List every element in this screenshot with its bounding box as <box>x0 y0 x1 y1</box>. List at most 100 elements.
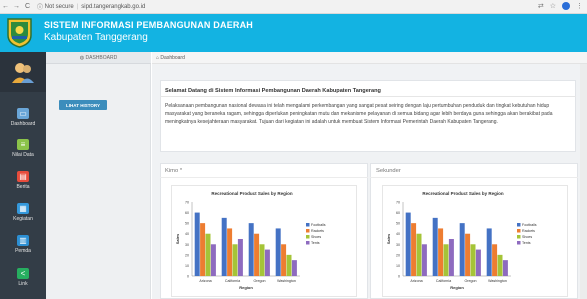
bar <box>502 260 508 276</box>
y-tick-label: 50 <box>396 222 400 226</box>
bar <box>438 228 444 276</box>
bar <box>411 223 417 276</box>
divider <box>160 177 368 178</box>
sidebar-item-label: Pemda <box>15 247 31 254</box>
sidebar-item-label: Link <box>18 280 28 287</box>
legend-swatch <box>306 241 310 245</box>
legend-swatch <box>306 223 310 227</box>
bar-chart: Recreational Product Sales by Region 0 10 2… <box>175 191 326 290</box>
bar <box>210 244 216 276</box>
bar <box>405 212 411 276</box>
sidebar-item-pemda[interactable]: ▥ Pemda <box>0 230 46 258</box>
legend-swatch <box>306 229 310 233</box>
x-axis-label: Region <box>450 285 464 290</box>
divider <box>370 177 578 178</box>
y-tick-label: 40 <box>396 232 400 236</box>
y-tick-label: 70 <box>185 201 189 205</box>
address-separator: | <box>76 3 79 10</box>
dashboard-tab[interactable]: ◍ DASHBOARD <box>46 52 151 64</box>
user-avatar-icon <box>12 63 34 83</box>
y-tick-label: 60 <box>185 211 189 215</box>
bar <box>248 223 254 276</box>
sidebar-item-label: Nilai Data <box>12 151 34 158</box>
bar <box>194 212 200 276</box>
forward-button[interactable]: → <box>11 3 22 10</box>
bar <box>254 233 260 276</box>
chart-title: Recreational Product Sales by Region <box>211 191 293 196</box>
browser-toolbar: ← → C ⓘ Not secure | sipd.tangerangkab.g… <box>0 0 587 14</box>
y-tick-label: 70 <box>396 201 400 205</box>
welcome-title: Selamat Datang di Sistem Informasi Pemba… <box>165 88 381 94</box>
user-avatar[interactable] <box>0 52 46 92</box>
security-label: Not secure <box>44 3 74 10</box>
bar <box>459 223 465 276</box>
bar <box>221 217 227 276</box>
sidebar-item-dashboard[interactable]: ▭ Dashboard <box>0 103 46 131</box>
y-tick-label: 20 <box>396 253 400 257</box>
bar <box>497 254 503 276</box>
dashboard-tab-label: DASHBOARD <box>85 54 118 61</box>
kabupaten-logo[interactable] <box>6 17 33 48</box>
legend-swatch <box>517 229 521 233</box>
profile-avatar[interactable] <box>562 2 570 10</box>
legend-swatch <box>517 223 521 227</box>
breadcrumb: ⌂ Dashboard <box>152 52 587 64</box>
welcome-text: Pelaksanaan pembangunan nasional dewasa … <box>165 103 553 126</box>
legend-label: Tents <box>311 241 320 245</box>
sidebar-item-berita[interactable]: ▤ Berita <box>0 166 46 194</box>
legend-label: Footballs <box>522 223 537 227</box>
y-tick-label: 10 <box>185 264 189 268</box>
app-subtitle: Kabupaten Tanggerang <box>44 32 148 43</box>
x-tick-label: Arizona <box>199 279 211 283</box>
x-tick-label: Oregon <box>465 279 477 283</box>
view-history-button[interactable]: LIHAT HISTORY <box>59 100 107 110</box>
back-button[interactable]: ← <box>0 3 11 10</box>
sidebar-item-nilai-data[interactable]: ≡ Nilai Data <box>0 134 46 162</box>
bar <box>492 244 498 276</box>
bar <box>237 239 243 276</box>
address-bar[interactable]: ⓘ Not secure | sipd.tangerangkab.go.id <box>37 2 146 12</box>
sidebar-item-kegiatan[interactable]: ▦ Kegiatan <box>0 198 46 226</box>
y-tick-label: 0 <box>187 275 189 279</box>
legend-label: Shoes <box>522 235 532 239</box>
menu-icon[interactable]: ⋮ <box>576 2 583 10</box>
y-tick-label: 0 <box>398 275 400 279</box>
reload-button[interactable]: C <box>22 3 33 10</box>
x-tick-label: Arizona <box>410 279 422 283</box>
bar <box>286 254 292 276</box>
x-tick-label: Washington <box>277 279 296 283</box>
app-title: SISTEM INFORMASI PEMBANGUNAN DAERAH <box>44 20 254 30</box>
news-icon: ▤ <box>17 170 29 182</box>
bar <box>432 217 438 276</box>
bar <box>448 239 454 276</box>
y-tick-label: 20 <box>185 253 189 257</box>
bar <box>200 223 206 276</box>
bar <box>475 249 481 276</box>
bar <box>443 244 449 276</box>
breadcrumb-item[interactable]: Dashboard <box>160 55 184 61</box>
info-icon: ⓘ <box>37 5 45 11</box>
translate-icon[interactable]: ⇄ <box>538 2 544 10</box>
monitor-icon: ▭ <box>17 107 29 119</box>
y-tick-label: 50 <box>185 222 189 226</box>
bar <box>264 249 270 276</box>
bar <box>205 233 211 276</box>
page-scrollbar[interactable] <box>580 64 587 299</box>
sidebar-item-link[interactable]: < Link <box>0 263 46 291</box>
database-icon: ≡ <box>17 138 29 150</box>
bar <box>486 228 492 276</box>
panel-title: Sekunder <box>376 168 401 174</box>
bar-chart: Recreational Product Sales by Region 0 10 2… <box>386 191 537 290</box>
y-tick-label: 40 <box>185 232 189 236</box>
divider <box>160 96 576 97</box>
url-text: sipd.tangerangkab.go.id <box>81 3 146 10</box>
bookmark-star-icon[interactable]: ☆ <box>550 2 556 10</box>
y-axis-label: Sales <box>386 233 391 244</box>
chart-title: Recreational Product Sales by Region <box>422 191 504 196</box>
building-icon: ▥ <box>17 234 29 246</box>
bar <box>259 244 265 276</box>
bar <box>232 244 238 276</box>
bar <box>275 228 281 276</box>
bar <box>421 244 427 276</box>
bar <box>281 244 287 276</box>
